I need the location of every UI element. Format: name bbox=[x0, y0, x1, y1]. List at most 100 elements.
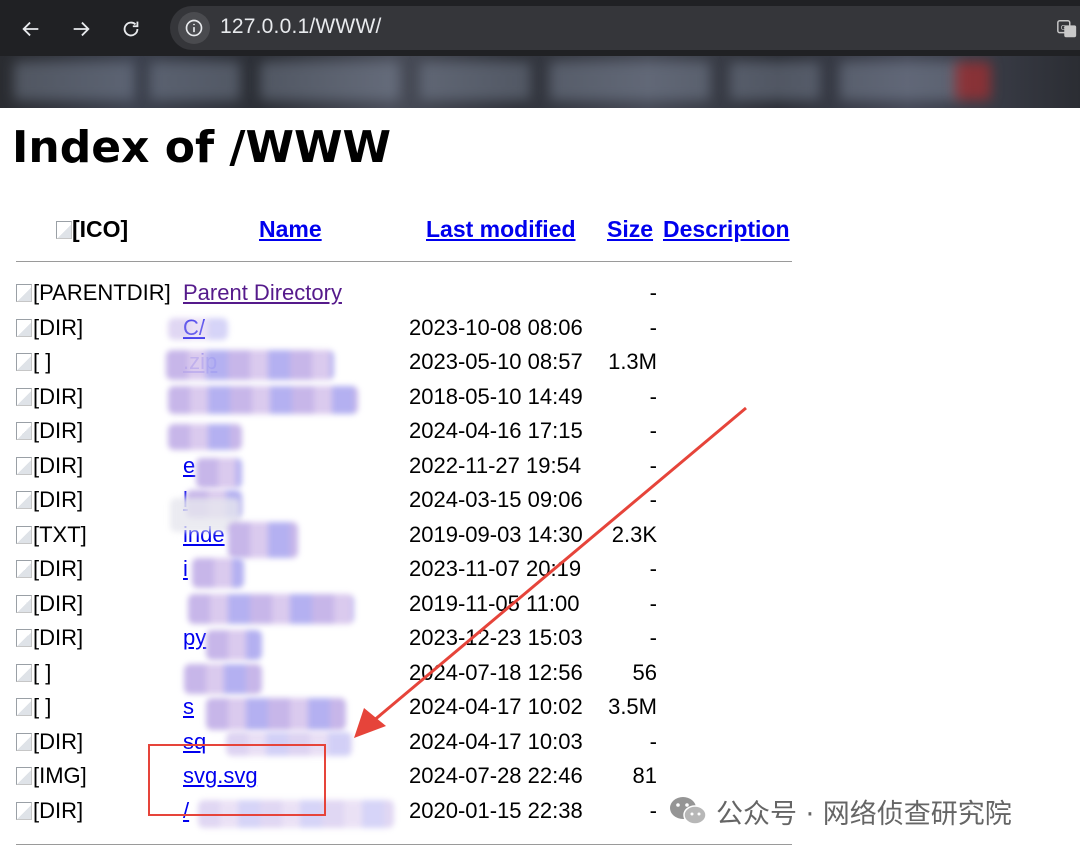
broken-image-icon bbox=[16, 456, 32, 475]
redaction-blur bbox=[166, 350, 334, 380]
size-cell: - bbox=[649, 797, 657, 823]
broken-image-icon bbox=[16, 387, 32, 406]
file-type-cell: [DIR] bbox=[16, 556, 83, 582]
table-row: [PARENTDIR] Parent Directory - bbox=[0, 278, 800, 312]
last-modified-cell: 2023-05-10 08:57 bbox=[409, 349, 583, 374]
table-row: [DIR] e 2022-11-27 19:54 - bbox=[0, 451, 800, 485]
file-type-cell: [DIR] bbox=[16, 487, 83, 513]
size-cell: - bbox=[649, 487, 657, 512]
file-type-cell: [DIR] bbox=[16, 384, 83, 410]
url-text[interactable]: 127.0.0.1/WWW/ bbox=[220, 15, 382, 39]
file-type-label: [DIR] bbox=[33, 418, 84, 443]
file-type-label: [DIR] bbox=[33, 797, 84, 823]
table-row: [IMG] svg.svg 2024-07-28 22:46 81 bbox=[0, 761, 800, 795]
file-link[interactable]: e bbox=[183, 453, 195, 478]
page-title: Index of /WWW bbox=[12, 122, 392, 173]
file-type-cell: [TXT] bbox=[16, 522, 87, 548]
table-row: [DIR]C/2023-10-08 08:06- bbox=[0, 313, 800, 347]
table-row: [DIR] 2018-05-10 14:49 - bbox=[0, 382, 800, 416]
broken-image-icon bbox=[16, 629, 32, 647]
svg-text:G: G bbox=[1061, 23, 1067, 32]
last-modified-cell: 2024-03-15 09:06 bbox=[409, 487, 583, 512]
last-modified-cell: 2022-11-27 19:54 bbox=[409, 452, 582, 478]
site-info-button[interactable] bbox=[178, 12, 210, 44]
file-type-cell: [DIR] bbox=[16, 798, 83, 824]
size-cell: - bbox=[649, 314, 657, 340]
broken-image-icon bbox=[16, 698, 32, 716]
sort-by-size-link[interactable]: Size bbox=[607, 216, 653, 242]
size-cell: - bbox=[649, 590, 657, 616]
table-row: [ ] 2024-07-18 12:56 56 bbox=[0, 658, 800, 692]
redaction-blur bbox=[168, 386, 358, 414]
broken-image-icon bbox=[16, 767, 32, 785]
file-link[interactable]: i bbox=[183, 556, 188, 581]
broken-image-icon bbox=[16, 353, 32, 371]
table-row: [DIR] 2019-11-05 11:00 - bbox=[0, 589, 800, 623]
broken-image-icon bbox=[16, 491, 32, 509]
size-cell: - bbox=[649, 383, 657, 409]
last-modified-cell: 2020-01-15 22:38 bbox=[409, 797, 583, 823]
file-link[interactable]: py bbox=[183, 625, 206, 650]
last-modified-cell: 2023-10-08 08:06 bbox=[409, 314, 583, 340]
broken-image-icon bbox=[56, 221, 72, 239]
file-type-label: [DIR] bbox=[33, 452, 84, 478]
header-divider bbox=[16, 261, 792, 262]
size-cell: 56 bbox=[632, 659, 657, 685]
file-link[interactable]: s bbox=[183, 694, 194, 719]
redaction-blur bbox=[188, 594, 354, 624]
broken-image-icon bbox=[16, 663, 32, 682]
address-bar[interactable]: 127.0.0.1/WWW/ G bbox=[170, 6, 1080, 50]
redaction-blur bbox=[196, 458, 242, 488]
file-type-label: [DIR] bbox=[33, 383, 84, 409]
size-cell: 1.3M bbox=[608, 349, 657, 374]
redaction-blur bbox=[168, 424, 242, 450]
size-cell: - bbox=[649, 418, 657, 443]
file-type-label: [PARENTDIR] bbox=[33, 280, 171, 305]
file-type-cell: [PARENTDIR] bbox=[16, 280, 171, 306]
file-type-cell: [IMG] bbox=[16, 763, 87, 789]
last-modified-cell: 2024-04-17 10:03 bbox=[409, 728, 583, 754]
reload-icon bbox=[123, 21, 139, 37]
file-type-cell: [DIR] bbox=[16, 625, 83, 651]
sort-by-name-link[interactable]: Name bbox=[259, 216, 322, 242]
table-row: [DIR] i 2023-11-07 20:19 - bbox=[0, 554, 800, 588]
file-type-label: [ ] bbox=[33, 694, 52, 719]
col-icon-header: [ICO] bbox=[56, 216, 128, 243]
size-cell: 2.3K bbox=[611, 521, 657, 547]
watermark-text: 公众号 · 网络侦查研究院 bbox=[716, 798, 1012, 830]
redaction-blur bbox=[184, 664, 262, 694]
broken-image-icon bbox=[16, 560, 32, 578]
file-type-cell: [DIR] bbox=[16, 729, 83, 755]
table-row: [DIR]l2024-03-15 09:06- bbox=[0, 485, 800, 519]
back-button[interactable] bbox=[12, 10, 50, 48]
redaction-blur bbox=[228, 522, 298, 558]
forward-button[interactable] bbox=[62, 10, 100, 48]
browser-toolbar: 127.0.0.1/WWW/ G bbox=[0, 0, 1080, 108]
last-modified-cell: 2019-09-03 14:30 bbox=[409, 521, 583, 547]
sort-by-modified-link[interactable]: Last modified bbox=[426, 216, 576, 242]
redaction-blur bbox=[192, 558, 244, 588]
wechat-icon bbox=[670, 797, 707, 825]
size-cell: - bbox=[649, 556, 657, 581]
file-type-label: [DIR] bbox=[33, 314, 84, 340]
last-modified-cell: 2024-07-18 12:56 bbox=[409, 659, 583, 685]
table-row: [DIR] sq 2024-04-17 10:03- bbox=[0, 727, 800, 761]
size-cell: - bbox=[649, 625, 657, 650]
sort-by-description-link[interactable]: Description bbox=[663, 216, 790, 242]
redaction-blur bbox=[168, 318, 228, 340]
col-icon-label: [ICO] bbox=[72, 216, 129, 242]
reload-button[interactable] bbox=[112, 10, 150, 48]
table-row: [ ].zip2023-05-10 08:571.3M bbox=[0, 347, 800, 381]
parent-directory-link[interactable]: Parent Directory bbox=[183, 280, 342, 305]
footer-divider bbox=[16, 844, 792, 845]
file-type-label: [ ] bbox=[33, 659, 52, 685]
file-type-cell: [ ] bbox=[16, 660, 51, 686]
file-type-cell: [DIR] bbox=[16, 453, 83, 479]
last-modified-cell: 2018-05-10 14:49 bbox=[409, 383, 583, 409]
table-row: [DIR] 2024-04-16 17:15 - bbox=[0, 416, 800, 450]
last-modified-cell: 2024-04-17 10:02 bbox=[409, 694, 583, 719]
translate-icon[interactable]: G bbox=[1056, 18, 1078, 40]
back-icon bbox=[22, 21, 39, 37]
file-type-label: [DIR] bbox=[33, 728, 84, 754]
broken-image-icon bbox=[16, 284, 32, 302]
